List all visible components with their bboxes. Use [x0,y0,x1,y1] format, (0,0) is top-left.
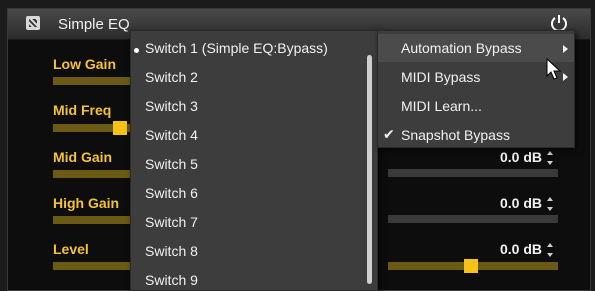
param-mid-gain-slider[interactable] [53,170,133,178]
eq-plugin-icon [26,16,40,30]
param-level-value[interactable]: 0.0 dB [500,241,542,257]
menu-item-midi-learn[interactable]: MIDI Learn... [401,98,482,114]
check-icon: ✔ [383,126,395,142]
high-gain-stepper-icon[interactable] [546,196,554,212]
menu-item-midi-bypass[interactable]: MIDI Bypass [401,69,480,85]
param-high-gain-track[interactable] [388,215,558,223]
param-level-slider[interactable] [53,262,133,270]
mid-gain-stepper-icon[interactable] [546,150,554,166]
mouse-pointer-icon [546,57,562,80]
menu-item-switch-1[interactable]: Switch 1 (Simple EQ:Bypass) [145,40,328,56]
param-mid-gain-track[interactable] [388,169,558,177]
menu-item-switch-4[interactable]: Switch 4 [145,127,198,143]
menu-item-switch-6[interactable]: Switch 6 [145,185,198,201]
selected-bullet-icon [134,48,139,53]
slider-knob[interactable] [113,121,127,135]
menu-item-snapshot-bypass[interactable]: Snapshot Bypass [401,127,510,143]
menu-item-switch-9[interactable]: Switch 9 [145,272,198,288]
param-mid-freq-slider[interactable] [53,121,133,135]
param-low-gain-label: Low Gain [53,56,116,72]
param-mid-gain-value[interactable]: 0.0 dB [500,149,542,165]
param-mid-freq-label: Mid Freq [53,102,112,118]
submenu-arrow-icon [563,45,568,53]
param-high-gain-value[interactable]: 0.0 dB [500,195,542,211]
menu-item-label: Automation Bypass [401,40,522,56]
param-level-track[interactable] [388,259,558,273]
param-mid-gain-label: Mid Gain [53,149,113,165]
menu-item-switch-7[interactable]: Switch 7 [145,214,198,230]
menu-item-switch-5[interactable]: Switch 5 [145,156,198,172]
param-low-gain-slider[interactable] [53,77,133,85]
param-high-gain-label: High Gain [53,195,120,211]
menu-item-switch-2[interactable]: Switch 2 [145,69,198,85]
menu-item-switch-3[interactable]: Switch 3 [145,98,198,114]
plugin-title: Simple EQ [58,16,130,33]
slider-knob[interactable] [464,259,478,273]
param-high-gain-slider[interactable] [53,216,133,224]
param-level-label: Level [53,241,89,257]
menu-scrollbar[interactable] [367,55,372,284]
context-menu: Automation Bypass MIDI Bypass MIDI Learn… [377,30,575,148]
menu-item-switch-8[interactable]: Switch 8 [145,243,198,259]
switch-menu: Switch 1 (Simple EQ:Bypass) Switch 2 Swi… [130,30,378,291]
level-stepper-icon[interactable] [546,242,554,258]
